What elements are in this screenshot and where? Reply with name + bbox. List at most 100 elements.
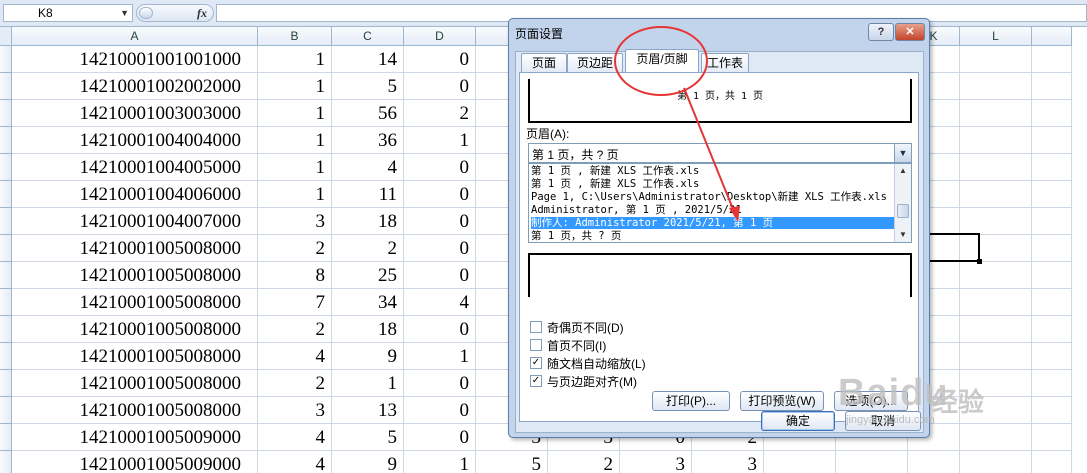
cell[interactable]: 14210001005008000: [12, 262, 258, 289]
cell[interactable]: 11: [332, 181, 404, 208]
row-header[interactable]: [0, 370, 12, 397]
cell[interactable]: 4: [258, 424, 332, 451]
checkbox-align-margins[interactable]: ✓: [530, 375, 542, 387]
cell[interactable]: 1: [404, 451, 476, 473]
cell[interactable]: 2: [332, 235, 404, 262]
cell[interactable]: 14210001005009000: [12, 424, 258, 451]
cell[interactable]: [1032, 208, 1072, 235]
cell[interactable]: 3: [258, 397, 332, 424]
cell[interactable]: 2: [404, 100, 476, 127]
cell[interactable]: [1032, 154, 1072, 181]
cell[interactable]: [960, 316, 1032, 343]
cell[interactable]: 4: [258, 451, 332, 473]
cell[interactable]: 14210001005008000: [12, 289, 258, 316]
help-button[interactable]: ?: [868, 23, 894, 41]
row-header[interactable]: [0, 289, 12, 316]
cell[interactable]: 14210001001001000: [12, 46, 258, 73]
cell[interactable]: [960, 289, 1032, 316]
checkbox-scale-with-doc[interactable]: ✓: [530, 357, 542, 369]
cell[interactable]: 14210001002002000: [12, 73, 258, 100]
list-item[interactable]: Administrator, 第 1 页 , 2021/5/21: [531, 204, 895, 216]
print-button[interactable]: 打印(P)...: [652, 391, 730, 411]
cell[interactable]: 36: [332, 127, 404, 154]
insert-function-icon[interactable]: fx: [197, 6, 207, 21]
cell[interactable]: 14210001005008000: [12, 343, 258, 370]
cell[interactable]: 4: [332, 154, 404, 181]
cell[interactable]: [960, 451, 1032, 473]
cell[interactable]: 18: [332, 316, 404, 343]
cell[interactable]: [1032, 46, 1072, 73]
cell[interactable]: 1: [258, 127, 332, 154]
list-item[interactable]: 第 1 页，共 ? 页: [531, 230, 895, 242]
name-box[interactable]: K8 ▼: [3, 4, 133, 22]
cell[interactable]: [1032, 343, 1072, 370]
row-header[interactable]: [0, 397, 12, 424]
cell[interactable]: 1: [258, 181, 332, 208]
cell[interactable]: 4: [404, 289, 476, 316]
cell[interactable]: 18: [332, 208, 404, 235]
cell[interactable]: 1: [404, 343, 476, 370]
row-header[interactable]: [0, 100, 12, 127]
cell[interactable]: [960, 73, 1032, 100]
column-header-B[interactable]: B: [258, 27, 332, 46]
list-item[interactable]: 第 1 页 , 新建 XLS 工作表.xls: [531, 178, 895, 190]
cell[interactable]: 14210001005008000: [12, 370, 258, 397]
cell[interactable]: 1: [258, 46, 332, 73]
cell[interactable]: 1: [404, 127, 476, 154]
ok-button[interactable]: 确定: [761, 411, 835, 431]
cell[interactable]: [960, 100, 1032, 127]
cell[interactable]: 0: [404, 424, 476, 451]
header-select[interactable]: 第 1 页，共 ? 页 ▼: [528, 143, 912, 163]
scroll-down-icon[interactable]: ▼: [895, 228, 911, 242]
cell[interactable]: 3: [692, 451, 764, 473]
chevron-down-icon[interactable]: ▼: [894, 144, 911, 162]
cell[interactable]: 14210001004007000: [12, 208, 258, 235]
cell[interactable]: [1032, 181, 1072, 208]
tab-sheet[interactable]: 工作表: [701, 53, 749, 72]
cell[interactable]: [960, 208, 1032, 235]
cell[interactable]: [960, 343, 1032, 370]
cell[interactable]: [764, 451, 836, 473]
cell[interactable]: 0: [404, 262, 476, 289]
cell[interactable]: 14210001004005000: [12, 154, 258, 181]
row-header[interactable]: [0, 73, 12, 100]
cell[interactable]: 2: [258, 235, 332, 262]
scroll-thumb[interactable]: [897, 204, 909, 218]
fill-handle[interactable]: [977, 259, 982, 264]
cell[interactable]: 7: [258, 289, 332, 316]
cell[interactable]: 13: [332, 397, 404, 424]
column-header-L[interactable]: L: [960, 27, 1032, 46]
cell[interactable]: 8: [258, 262, 332, 289]
cell[interactable]: 14210001004006000: [12, 181, 258, 208]
cell[interactable]: [1032, 316, 1072, 343]
cell[interactable]: 0: [404, 316, 476, 343]
list-item[interactable]: 制作人: Administrator 2021/5/21, 第 1 页: [531, 217, 895, 229]
cell[interactable]: [1032, 289, 1072, 316]
cell[interactable]: 0: [404, 73, 476, 100]
row-header-strip[interactable]: [0, 46, 12, 473]
row-header[interactable]: [0, 316, 12, 343]
cell[interactable]: [1032, 73, 1072, 100]
cell[interactable]: 14: [332, 46, 404, 73]
close-button[interactable]: ✕: [895, 23, 925, 41]
cell[interactable]: 4: [258, 343, 332, 370]
cell[interactable]: [1032, 127, 1072, 154]
print-preview-button[interactable]: 打印预览(W): [740, 391, 824, 411]
header-options-list[interactable]: 第 1 页，共 ? 页制作人: Administrator 2021/5/21,…: [528, 163, 912, 243]
cell[interactable]: [960, 181, 1032, 208]
cell[interactable]: [836, 451, 908, 473]
cell[interactable]: [960, 127, 1032, 154]
cell[interactable]: 1: [258, 73, 332, 100]
row-header[interactable]: [0, 154, 12, 181]
cell[interactable]: [1032, 235, 1072, 262]
cell[interactable]: 14210001005008000: [12, 235, 258, 262]
cell[interactable]: 14210001005008000: [12, 397, 258, 424]
cell[interactable]: 1: [332, 370, 404, 397]
cell[interactable]: 0: [404, 181, 476, 208]
cell[interactable]: 2: [548, 451, 620, 473]
cell[interactable]: [1032, 370, 1072, 397]
cell[interactable]: 5: [332, 73, 404, 100]
cell[interactable]: 1: [258, 100, 332, 127]
row-header[interactable]: [0, 424, 12, 451]
cell[interactable]: [960, 424, 1032, 451]
